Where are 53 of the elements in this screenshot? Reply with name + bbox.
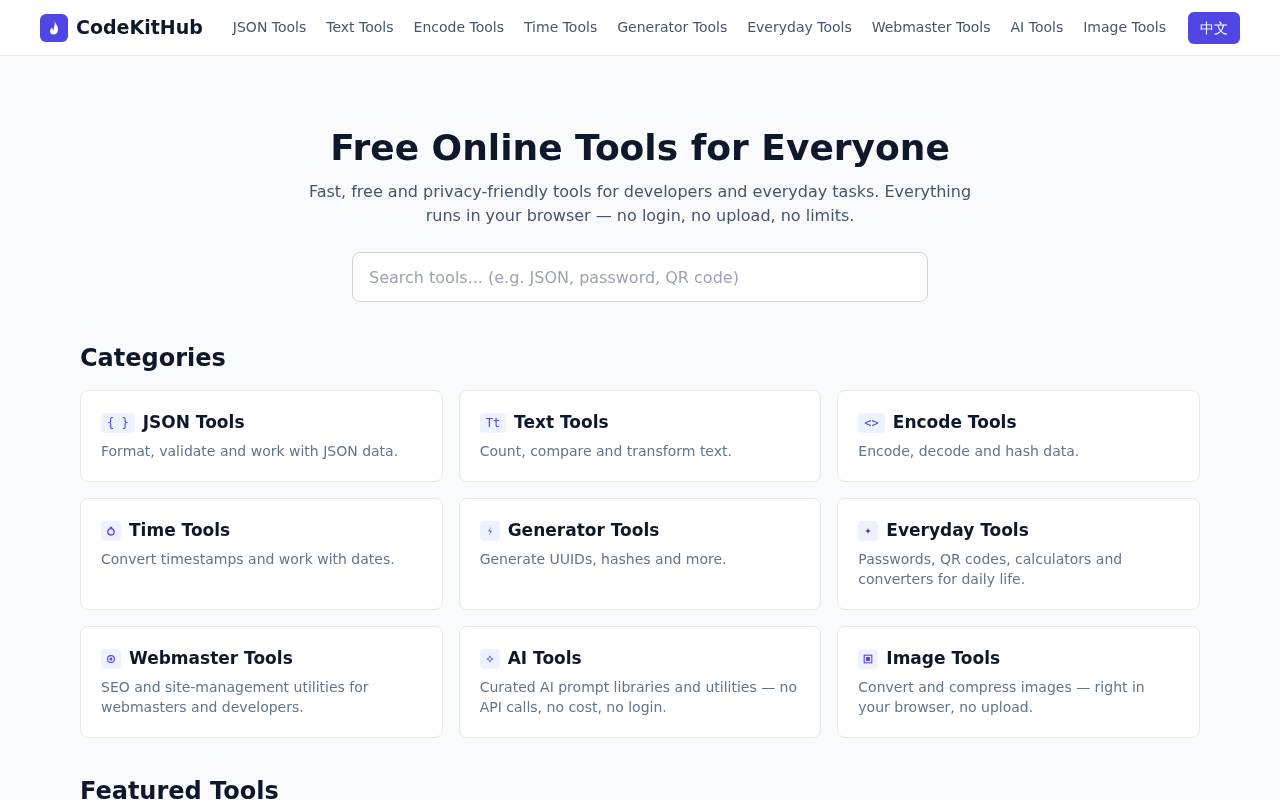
category-title: AI Tools bbox=[507, 647, 582, 671]
category-card[interactable]: Generator Tools Generate UUIDs, hashes and more. bbox=[458, 498, 822, 610]
nav-link[interactable]: JSON Tools bbox=[232, 17, 307, 38]
framed-square-icon bbox=[858, 649, 879, 669]
nav-link[interactable]: AI Tools bbox=[1010, 17, 1064, 38]
category-title: JSON Tools bbox=[142, 411, 245, 435]
nav-link[interactable]: Everyday Tools bbox=[747, 17, 852, 38]
category-title: Generator Tools bbox=[507, 519, 660, 543]
category-title: Webmaster Tools bbox=[129, 647, 293, 671]
category-description: Convert timestamps and work with dates. bbox=[101, 550, 396, 569]
category-description: Encode, decode and hash data. bbox=[858, 442, 1081, 461]
category-title: Everyday Tools bbox=[886, 519, 1029, 543]
brand-name[interactable]: CodeKitHub bbox=[76, 13, 203, 42]
nav-link[interactable]: Time Tools bbox=[524, 17, 598, 38]
nav-link[interactable]: Webmaster Tools bbox=[871, 17, 991, 38]
section-heading: Categories bbox=[80, 343, 227, 374]
sparkle-outline-icon bbox=[479, 649, 500, 669]
category-card[interactable]: Everyday Tools Passwords, QR codes, calculators and converters for daily life. bbox=[837, 498, 1200, 610]
sparkle-icon bbox=[858, 521, 879, 541]
category-title: Image Tools bbox=[886, 647, 1001, 671]
nav-link[interactable]: Image Tools bbox=[1083, 17, 1166, 38]
target-icon bbox=[101, 649, 121, 669]
category-description: Count, compare and transform text. bbox=[479, 442, 733, 461]
nav-link[interactable]: Encode Tools bbox=[413, 17, 504, 38]
category-description: Convert and compress images — right in your browser, no upload. bbox=[858, 678, 1146, 717]
angle-brackets-icon: <> bbox=[858, 413, 885, 433]
section-heading: Featured Tools bbox=[80, 778, 280, 800]
braces-icon: { } bbox=[101, 413, 135, 433]
category-card[interactable]: <> Encode Tools Encode, decode and hash data. bbox=[837, 390, 1200, 482]
category-description: Passwords, QR codes, calculators and converters for daily life. bbox=[858, 550, 1124, 589]
category-description: Format, validate and work with JSON data. bbox=[101, 442, 400, 461]
language-button[interactable]: 中文 bbox=[1188, 11, 1240, 44]
nav-link[interactable]: Generator Tools bbox=[617, 17, 728, 38]
category-title: Text Tools bbox=[514, 411, 609, 435]
lightning-icon bbox=[479, 521, 500, 541]
nav-link[interactable]: Text Tools bbox=[326, 17, 394, 38]
letters-icon: Tt bbox=[479, 413, 507, 433]
category-description: Generate UUIDs, hashes and more. bbox=[479, 550, 728, 569]
category-description: SEO and site-management utilities for webmasters and developers. bbox=[101, 678, 370, 717]
category-card[interactable]: AI Tools Curated AI prompt libraries and utilities — no API calls, no cost, no login. bbox=[458, 626, 822, 738]
category-card[interactable]: Tt Text Tools Count, compare and transform text. bbox=[458, 390, 822, 482]
category-card[interactable]: { } JSON Tools Format, validate and work with JSON data. bbox=[80, 390, 443, 482]
hero-title: Free Online Tools for Everyone bbox=[330, 128, 950, 168]
category-card[interactable]: Image Tools Convert and compress images — right in your browser, no upload. bbox=[837, 626, 1200, 738]
category-card[interactable]: Webmaster Tools SEO and site-management utilities for webmasters and developers. bbox=[80, 626, 443, 738]
category-title: Encode Tools bbox=[892, 411, 1017, 435]
category-description: Curated AI prompt libraries and utilities — no API calls, no cost, no login. bbox=[479, 678, 799, 717]
category-title: Time Tools bbox=[129, 519, 231, 543]
hero-subtitle: Fast, free and privacy-friendly tools for developers and everyday tasks. Everything runs in your browser — no login, no upload, no limits. bbox=[307, 181, 973, 227]
search-field[interactable]: Search tools... (e.g. JSON, password, QR code) bbox=[352, 252, 928, 302]
stopwatch-icon bbox=[101, 521, 121, 541]
flame-icon[interactable] bbox=[40, 13, 68, 42]
category-card[interactable]: Time Tools Convert timestamps and work with dates. bbox=[80, 498, 443, 610]
